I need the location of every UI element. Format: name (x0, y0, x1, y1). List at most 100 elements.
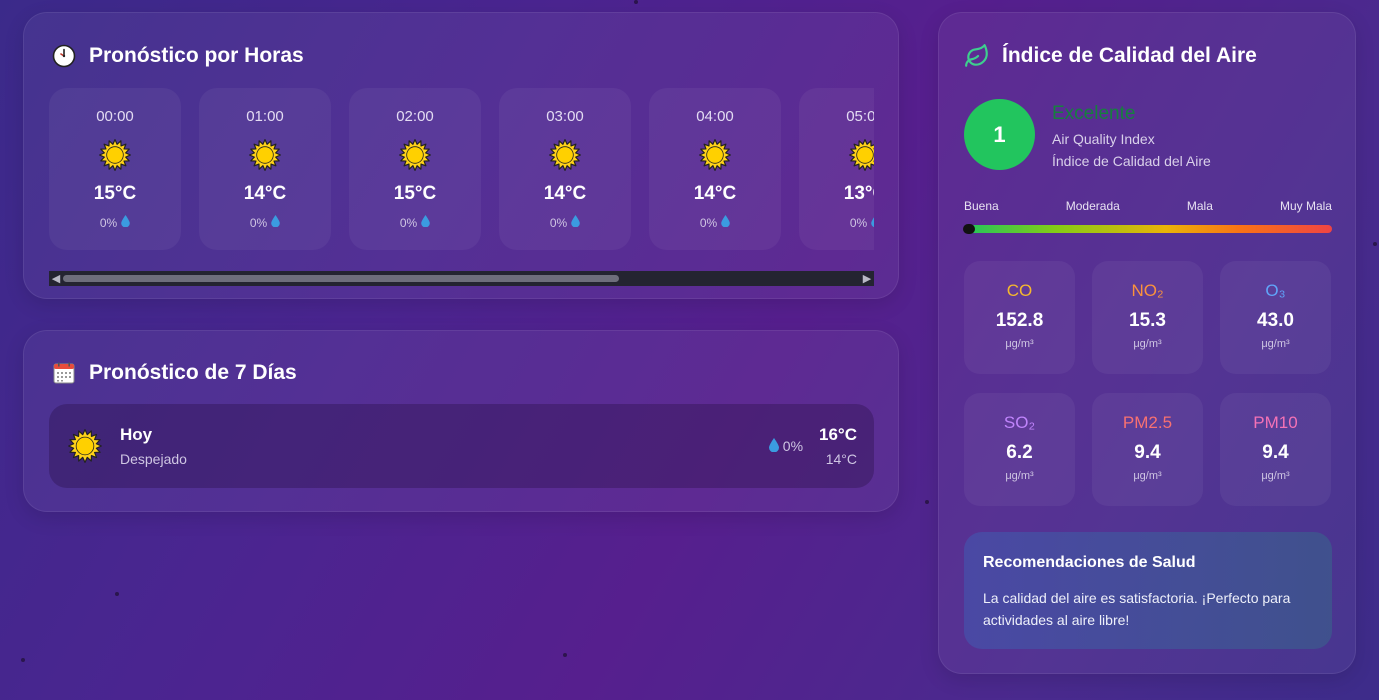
pollutant-unit: μg/m³ (1133, 338, 1162, 350)
sun-icon (99, 139, 131, 171)
pollutant-name: SO₂ (1003, 413, 1036, 432)
air-quality-header: Índice de Calidad del Aire (964, 43, 1257, 69)
daily-forecast-card: Pronóstico de 7 Días Hoy Despejado 0% 16… (23, 330, 899, 512)
hourly-scrollbar[interactable]: ◀ ▶ (49, 271, 874, 286)
scrollbar-thumb[interactable] (63, 275, 619, 282)
hourly-forecast-card: Pronóstico por Horas 00:00 15°C 0% 01:00 14°… (23, 12, 899, 299)
pollutant-value: 152.8 (995, 310, 1044, 331)
scale-label-good: Buena (964, 199, 999, 213)
pollutant-unit: μg/m³ (1261, 338, 1290, 350)
pollutant-name: O₃ (1265, 281, 1286, 300)
hour-card[interactable]: 01:00 14°C 0% (199, 88, 331, 250)
calendar-icon (51, 360, 77, 386)
scrollbar-track[interactable] (63, 271, 860, 286)
scale-label-moderate: Moderada (1065, 199, 1120, 213)
day-info: Hoy Despejado (120, 425, 769, 467)
pollutant-card: CO 152.8 μg/m³ (964, 261, 1075, 374)
aqi-subtitle-es: Índice de Calidad del Aire (1052, 153, 1211, 169)
pollutant-card: PM10 9.4 μg/m³ (1220, 393, 1331, 506)
pollutant-value: 43.0 (1257, 310, 1294, 331)
hour-rain: 0% (100, 215, 130, 230)
hour-card[interactable]: 00:00 15°C 0% (49, 88, 181, 250)
pollutant-value: 9.4 (1134, 442, 1161, 463)
scroll-left-arrow-icon[interactable]: ◀ (49, 271, 63, 286)
hour-temp: 14°C (243, 183, 287, 204)
aqi-badge: 1 (964, 99, 1035, 170)
hour-rain-value: 0% (99, 215, 118, 230)
hour-temp: 13°C (843, 183, 874, 204)
hourly-forecast-header: Pronóstico por Horas (51, 43, 304, 69)
aqi-scale-labels: Buena Moderada Mala Muy Mala (964, 199, 1332, 213)
pollutant-name: PM10 (1253, 413, 1298, 432)
pollutant-card: O₃ 43.0 μg/m³ (1220, 261, 1331, 374)
sun-icon (849, 139, 874, 171)
hour-card[interactable]: 04:00 14°C 0% (649, 88, 781, 250)
day-max-temp: 16°C (819, 425, 857, 444)
pollutant-unit: μg/m³ (1005, 470, 1034, 482)
scroll-right-arrow-icon[interactable]: ▶ (860, 271, 874, 286)
aqi-scale-marker (963, 224, 975, 234)
pollutant-value: 15.3 (1129, 310, 1166, 331)
pollutant-card: PM2.5 9.4 μg/m³ (1092, 393, 1203, 506)
hour-rain-value: 0% (549, 215, 568, 230)
day-name: Hoy (120, 425, 153, 444)
scale-label-bad: Mala (1186, 199, 1213, 213)
raindrop-icon (421, 215, 430, 230)
health-title: Recomendaciones de Salud (983, 554, 1196, 571)
sun-icon (68, 429, 102, 463)
hour-time: 02:00 (396, 108, 434, 125)
air-quality-card: Índice de Calidad del Aire 1 Excelente A… (938, 12, 1356, 674)
pollutant-card: SO₂ 6.2 μg/m³ (964, 393, 1075, 506)
hour-time: 04:00 (696, 108, 734, 125)
hour-rain-value: 0% (849, 215, 868, 230)
hour-rain: 0% (250, 215, 280, 230)
pollutant-unit: μg/m³ (1005, 338, 1034, 350)
hourly-forecast-title: Pronóstico por Horas (89, 44, 304, 67)
hour-rain-value: 0% (699, 215, 718, 230)
daily-forecast-header: Pronóstico de 7 Días (51, 360, 297, 386)
background-dot (1373, 242, 1377, 246)
day-temperatures: 16°C 14°C (819, 425, 857, 467)
hour-temp: 15°C (393, 183, 437, 204)
pollutant-name: CO (1006, 281, 1033, 300)
day-description: Despejado (120, 451, 187, 467)
raindrop-icon (721, 215, 730, 230)
clock-icon (51, 43, 77, 69)
hour-time: 01:00 (246, 108, 284, 125)
aqi-description: Excelente Air Quality Index Índice de Ca… (1052, 103, 1211, 169)
background-dot (634, 0, 638, 4)
pollutant-value: 9.4 (1262, 442, 1289, 463)
pollutant-value: 6.2 (1006, 442, 1033, 463)
air-quality-title: Índice de Calidad del Aire (1002, 44, 1257, 67)
hour-time: 05:00 (846, 108, 874, 125)
hour-rain-value: 0% (399, 215, 418, 230)
hour-temp: 15°C (93, 183, 137, 204)
sun-icon (399, 139, 431, 171)
background-dot (115, 592, 119, 596)
aqi-subtitle-en: Air Quality Index (1052, 131, 1155, 147)
health-body: La calidad del aire es satisfactoria. ¡P… (983, 590, 1291, 628)
leaf-icon (964, 43, 990, 69)
day-rain-value: 0% (782, 438, 804, 454)
sun-icon (249, 139, 281, 171)
background-dot (925, 500, 929, 504)
hour-time: 00:00 (96, 108, 134, 125)
pollutant-card: NO₂ 15.3 μg/m³ (1092, 261, 1203, 374)
hour-card[interactable]: 02:00 15°C 0% (349, 88, 481, 250)
sun-icon (549, 139, 581, 171)
pollutant-name: NO₂ (1131, 281, 1164, 300)
scale-label-very-bad: Muy Mala (1279, 199, 1332, 213)
hour-card[interactable]: 03:00 14°C 0% (499, 88, 631, 250)
daily-row-today[interactable]: Hoy Despejado 0% 16°C 14°C (49, 404, 874, 488)
hour-card[interactable]: 05:00 13°C 0% (799, 88, 874, 250)
raindrop-icon (271, 215, 280, 230)
hour-rain: 0% (400, 215, 430, 230)
hour-rain: 0% (850, 215, 874, 230)
hourly-list: 00:00 15°C 0% 01:00 14°C 0% 02:00 15°C 0% 03:00 14… (49, 88, 874, 250)
background-dot (563, 653, 567, 657)
aqi-scale-bar (963, 224, 1332, 234)
daily-forecast-title: Pronóstico de 7 Días (89, 361, 297, 384)
day-rain: 0% (768, 437, 804, 455)
pollutant-name: PM2.5 (1122, 413, 1173, 432)
hourly-scroll-area[interactable]: 00:00 15°C 0% 01:00 14°C 0% 02:00 15°C 0% 03:00 14… (49, 88, 874, 266)
